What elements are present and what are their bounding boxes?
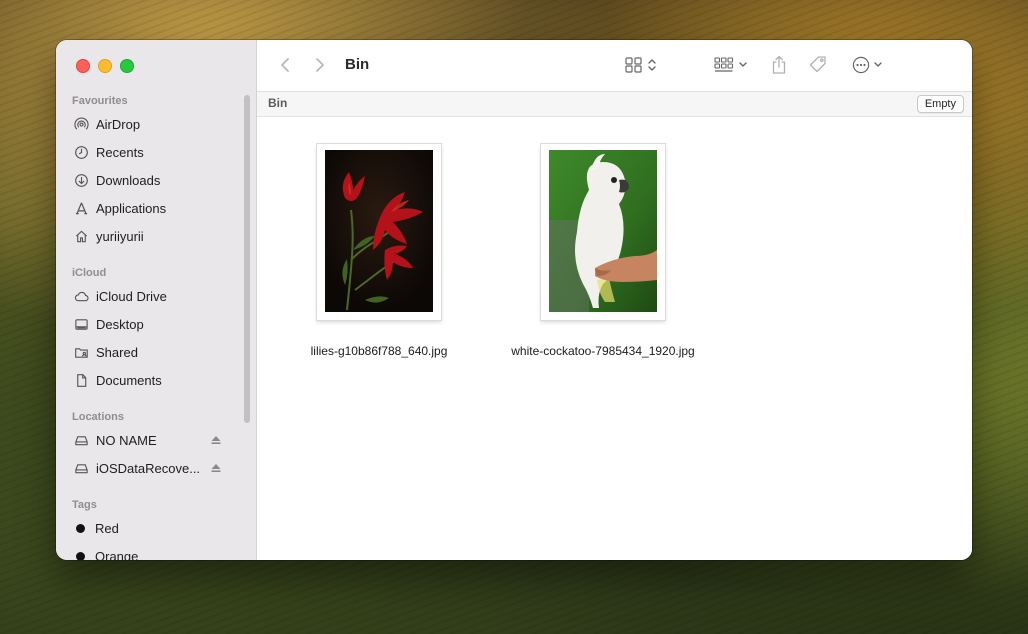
action-menu-button[interactable]	[847, 53, 887, 77]
section-header-icloud: iCloud	[72, 267, 107, 279]
section-header-locations: Locations	[72, 411, 124, 423]
sidebar-item-home[interactable]: yuriiyurii	[72, 225, 242, 247]
sidebar-item-label: NO NAME	[96, 432, 157, 448]
tag-icon	[809, 56, 826, 73]
chevron-right-icon	[316, 58, 324, 72]
sidebar-item-icloud-drive[interactable]: iCloud Drive	[72, 285, 242, 307]
grid-view-icon	[625, 57, 642, 73]
view-mode-button[interactable]	[621, 54, 661, 76]
sidebar-item-downloads[interactable]: Downloads	[72, 169, 242, 191]
sidebar-item-applications[interactable]: Applications	[72, 197, 242, 219]
sidebar: Favourites AirDrop Recents Downloads App…	[56, 40, 257, 560]
finder-window: Favourites AirDrop Recents Downloads App…	[56, 40, 972, 560]
drive-icon	[72, 431, 90, 449]
shared-folder-icon	[72, 343, 90, 361]
chevron-down-icon	[873, 62, 882, 67]
forward-button[interactable]	[310, 54, 330, 76]
sidebar-item-shared[interactable]: Shared	[72, 341, 242, 363]
sidebar-item-label: Downloads	[96, 172, 161, 188]
sidebar-item-tag-orange[interactable]: Orange	[72, 545, 242, 560]
section-header-tags: Tags	[72, 499, 97, 511]
sidebar-item-label: Recents	[96, 144, 144, 160]
sidebar-scrollbar[interactable]	[244, 95, 250, 423]
sidebar-item-label: iOSDataRecove...	[96, 460, 201, 476]
chevron-down-icon	[739, 62, 747, 67]
sidebar-item-desktop[interactable]: Desktop	[72, 313, 242, 335]
toolbar: Bin	[257, 40, 972, 92]
eject-icon[interactable]	[210, 462, 222, 474]
cloud-icon	[72, 287, 90, 305]
tag-button[interactable]	[806, 53, 830, 77]
window-controls	[76, 59, 134, 73]
download-icon	[72, 171, 90, 189]
desktop-icon	[72, 315, 90, 333]
sidebar-item-label: iCloud Drive	[96, 288, 167, 304]
back-button[interactable]	[275, 54, 295, 76]
close-button[interactable]	[76, 59, 90, 73]
share-icon	[772, 55, 786, 74]
eject-icon[interactable]	[210, 434, 222, 446]
zoom-button[interactable]	[120, 59, 134, 73]
section-header-favourites: Favourites	[72, 95, 128, 107]
clock-icon	[72, 143, 90, 161]
file-name[interactable]: white-cockatoo-7985434_1920.jpg	[511, 344, 694, 358]
red-lilies-photo	[325, 150, 433, 312]
share-button[interactable]	[767, 53, 791, 77]
path-bar-title: Bin	[268, 96, 288, 110]
sidebar-item-documents[interactable]: Documents	[72, 369, 242, 391]
drive-icon	[72, 459, 90, 477]
sidebar-item-no-name[interactable]: NO NAME	[72, 429, 242, 451]
file-thumbnail[interactable]	[541, 144, 665, 320]
group-icon	[714, 57, 734, 72]
sidebar-item-label: Shared	[96, 344, 138, 360]
sidebar-item-label: Documents	[96, 372, 162, 388]
file-thumbnail[interactable]	[317, 144, 441, 320]
path-bar: Bin Empty	[257, 92, 972, 117]
window-title: Bin	[345, 56, 370, 73]
sidebar-item-label: AirDrop	[96, 116, 141, 132]
more-icon	[852, 56, 869, 74]
file-item[interactable]: white-cockatoo-7985434_1920.jpg	[493, 144, 713, 358]
sidebar-item-label: Orange	[95, 548, 139, 561]
sidebar-item-tag-red[interactable]: Red	[72, 517, 242, 539]
updown-chevron-icon	[648, 59, 656, 71]
sidebar-item-airdrop[interactable]: AirDrop	[72, 113, 242, 135]
empty-bin-button[interactable]: Empty	[916, 95, 964, 113]
sidebar-item-iosdatarecovery[interactable]: iOSDataRecove...	[72, 457, 242, 479]
sidebar-item-label: Red	[95, 520, 119, 536]
home-icon	[72, 227, 90, 245]
tag-color-dot	[76, 551, 85, 560]
chevron-left-icon	[281, 58, 289, 72]
group-by-button[interactable]	[711, 54, 751, 76]
applications-icon	[72, 199, 90, 217]
sidebar-item-label: Applications	[96, 200, 167, 216]
file-name[interactable]: lilies-g10b86f788_640.jpg	[311, 344, 448, 358]
document-icon	[72, 371, 90, 389]
sidebar-item-recents[interactable]: Recents	[72, 141, 242, 163]
white-cockatoo-photo	[549, 150, 657, 312]
minimize-button[interactable]	[98, 59, 112, 73]
main-content: Bin Bin Empty lilies-g10b86f788_640.jpg …	[257, 40, 972, 560]
file-item[interactable]: lilies-g10b86f788_640.jpg	[269, 144, 489, 358]
sidebar-item-label: Desktop	[96, 316, 144, 332]
tag-color-dot	[76, 523, 85, 533]
sidebar-item-label: yuriiyurii	[96, 228, 144, 244]
airdrop-icon	[72, 115, 90, 133]
